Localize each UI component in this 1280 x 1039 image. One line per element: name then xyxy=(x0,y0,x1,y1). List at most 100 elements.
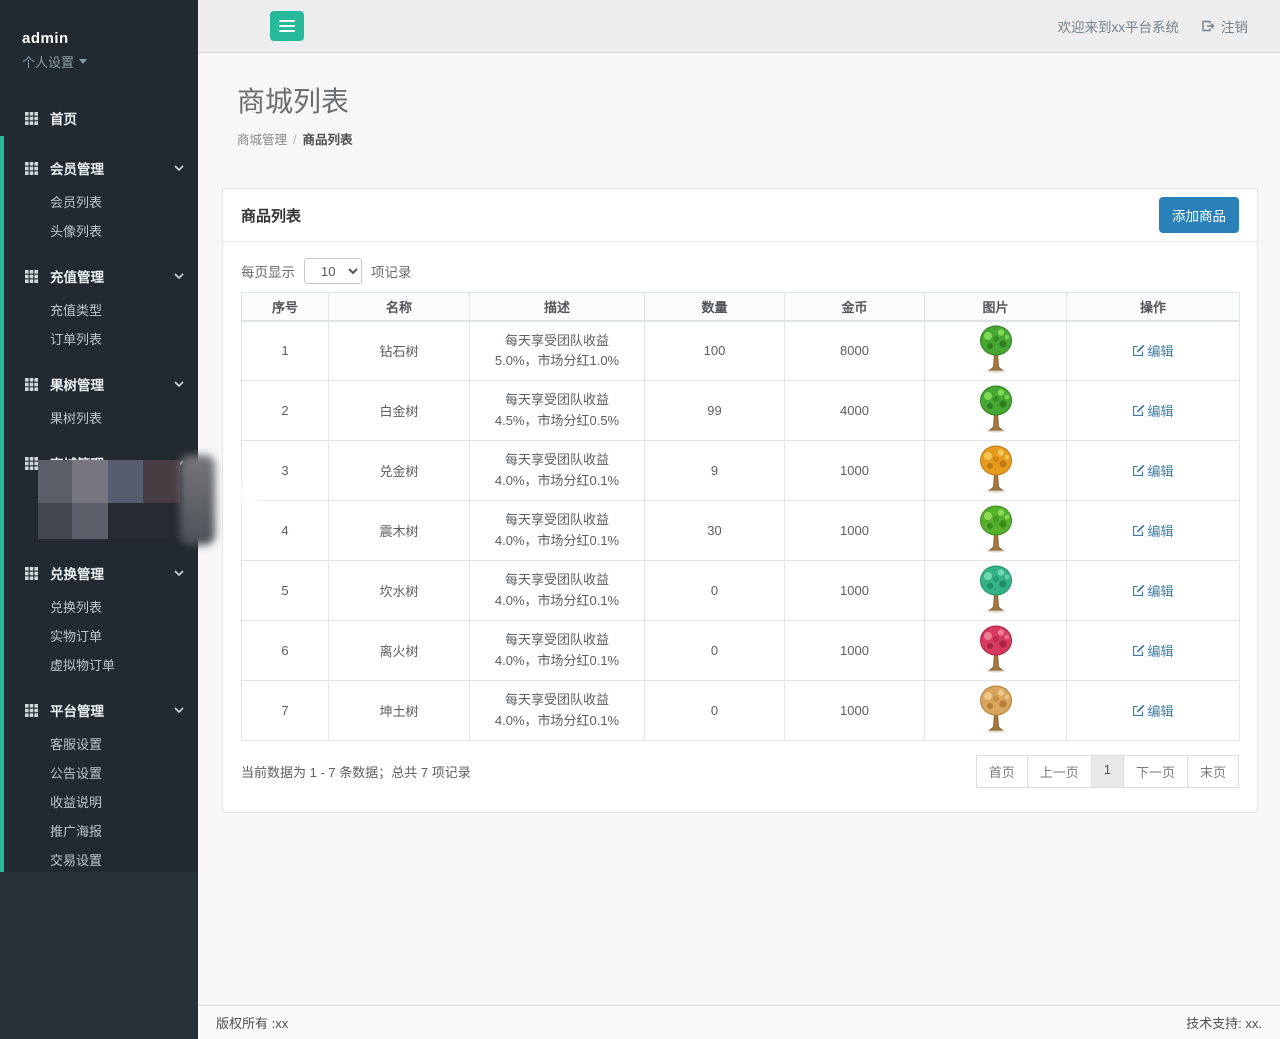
sidebar-subitem[interactable]: 公告设置 xyxy=(0,759,198,788)
sidebar-section-1: 充值管理 充值类型订单列表 xyxy=(0,256,198,354)
edit-button[interactable]: 编辑 xyxy=(1132,641,1173,660)
cell-image xyxy=(925,381,1067,441)
sidebar-section-header-2[interactable]: 果树管理 xyxy=(0,364,198,404)
table-column-header: 名称 xyxy=(329,293,470,321)
sidebar-lower-panel xyxy=(0,872,198,1039)
table-row: 2白金树每天享受团队收益4.5%，市场分红0.5%994000 编辑 xyxy=(242,381,1240,441)
card-title: 商品列表 xyxy=(241,205,301,226)
hamburger-menu-button[interactable] xyxy=(270,11,304,41)
sidebar-subitem[interactable]: 会员列表 xyxy=(0,188,198,217)
table-column-header: 序号 xyxy=(242,293,329,321)
pagination-button[interactable]: 上一页 xyxy=(1027,755,1092,788)
profile-settings-label: 个人设置 xyxy=(22,52,74,71)
breadcrumb-parent[interactable]: 商城管理 xyxy=(237,133,287,147)
cell-name: 钻石树 xyxy=(329,321,470,381)
breadcrumb: 商城管理/商品列表 xyxy=(237,129,1280,148)
cell-name: 坤土树 xyxy=(329,681,470,741)
sidebar-subitem[interactable]: 收益说明 xyxy=(0,788,198,817)
sidebar-subitem[interactable]: 交易设置 xyxy=(0,846,198,875)
edit-button[interactable]: 编辑 xyxy=(1132,581,1173,600)
caret-down-icon xyxy=(79,59,87,64)
edit-button[interactable]: 编辑 xyxy=(1132,341,1173,360)
product-table: 序号名称描述数量金币图片操作 1钻石树每天享受团队收益5.0%，市场分红1.0%… xyxy=(241,292,1240,741)
chevron-down-icon xyxy=(174,381,184,387)
pagination-page-active[interactable]: 1 xyxy=(1091,755,1124,788)
logout-label: 注销 xyxy=(1221,16,1248,36)
table-header-row: 序号名称描述数量金币图片操作 xyxy=(242,293,1240,321)
sidebar-subitem[interactable]: 推广海报 xyxy=(0,817,198,846)
sidebar-section-header-5[interactable]: 平台管理 xyxy=(0,690,198,730)
pagination: 首页上一页1下一页末页 xyxy=(976,755,1239,788)
sidebar-section-header-1[interactable]: 充值管理 xyxy=(0,256,198,296)
pagination-button[interactable]: 首页 xyxy=(976,755,1028,788)
cell-coin: 1000 xyxy=(785,501,925,561)
grid-icon xyxy=(25,112,38,125)
per-page-prefix: 每页显示 xyxy=(241,261,295,281)
chevron-down-icon xyxy=(174,165,184,171)
cell-no: 6 xyxy=(242,621,329,681)
tree-image xyxy=(976,624,1016,674)
sidebar-section-header-0[interactable]: 会员管理 xyxy=(0,148,198,188)
user-panel: admin 个人设置 xyxy=(0,0,198,72)
topbar: 欢迎来到xx平台系统 注销 xyxy=(198,0,1280,53)
table-column-header: 金币 xyxy=(785,293,925,321)
edit-button[interactable]: 编辑 xyxy=(1132,461,1173,480)
per-page-suffix: 项记录 xyxy=(371,261,412,281)
cell-coin: 1000 xyxy=(785,621,925,681)
cell-no: 4 xyxy=(242,501,329,561)
sidebar-subitem[interactable]: 果树列表 xyxy=(0,404,198,433)
cell-qty: 0 xyxy=(645,621,785,681)
cell-desc: 每天享受团队收益4.0%，市场分红0.1% xyxy=(470,621,645,681)
chevron-down-icon xyxy=(174,570,184,576)
pagination-button[interactable]: 下一页 xyxy=(1123,755,1188,788)
cell-qty: 0 xyxy=(645,561,785,621)
edit-icon xyxy=(1132,344,1145,357)
cell-image xyxy=(925,501,1067,561)
sidebar-section-0: 会员管理 会员列表头像列表 xyxy=(0,148,198,246)
edit-button[interactable]: 编辑 xyxy=(1132,701,1173,720)
grid-icon xyxy=(25,270,38,283)
edit-icon xyxy=(1132,404,1145,417)
grid-icon xyxy=(25,162,38,175)
cell-no: 5 xyxy=(242,561,329,621)
per-page-control: 每页显示 10 项记录 xyxy=(241,258,1239,284)
tree-image xyxy=(976,384,1016,434)
tree-image xyxy=(976,504,1016,554)
sidebar-section-2: 果树管理 果树列表 xyxy=(0,364,198,433)
table-column-header: 图片 xyxy=(925,293,1067,321)
cell-desc: 每天享受团队收益4.0%，市场分红0.1% xyxy=(470,561,645,621)
edit-icon xyxy=(1132,524,1145,537)
table-row: 7坤土树每天享受团队收益4.0%，市场分红0.1%01000 编辑 xyxy=(242,681,1240,741)
sidebar-subitem[interactable]: 实物订单 xyxy=(0,622,198,651)
sidebar-subitem[interactable]: 充值类型 xyxy=(0,296,198,325)
cell-qty: 9 xyxy=(645,441,785,501)
cell-qty: 100 xyxy=(645,321,785,381)
grid-icon xyxy=(25,704,38,717)
sidebar-subitem[interactable]: 头像列表 xyxy=(0,217,198,246)
edit-button[interactable]: 编辑 xyxy=(1132,521,1173,540)
sidebar-section-header-4[interactable]: 兑换管理 xyxy=(0,553,198,593)
sidebar-subitem[interactable]: 虚拟物订单 xyxy=(0,651,198,680)
pagination-button[interactable]: 末页 xyxy=(1187,755,1239,788)
add-product-button[interactable]: 添加商品 xyxy=(1159,197,1239,233)
profile-settings-link[interactable]: 个人设置 xyxy=(22,52,87,71)
logout-button[interactable]: 注销 xyxy=(1201,16,1248,36)
sidebar-accent-stripe xyxy=(0,136,4,872)
main-content: 商城列表 商城管理/商品列表 商品列表 添加商品 每页显示 10 项记录 序号名… xyxy=(198,54,1280,1005)
cell-desc: 每天享受团队收益4.0%，市场分红0.1% xyxy=(470,501,645,561)
per-page-select[interactable]: 10 xyxy=(304,258,362,284)
sidebar-subitem[interactable]: 兑换列表 xyxy=(0,593,198,622)
sidebar-subitem[interactable]: 客服设置 xyxy=(0,730,198,759)
edit-icon xyxy=(1132,584,1145,597)
cell-qty: 99 xyxy=(645,381,785,441)
pagination-summary: 当前数据为 1 - 7 条数据；总共 7 项记录 xyxy=(241,762,471,781)
cell-name: 白金树 xyxy=(329,381,470,441)
cell-image xyxy=(925,621,1067,681)
cell-desc: 每天享受团队收益4.5%，市场分红0.5% xyxy=(470,381,645,441)
cell-actions: 编辑 xyxy=(1067,441,1240,501)
sidebar-item-home[interactable]: 首页 xyxy=(0,98,198,138)
cell-actions: 编辑 xyxy=(1067,381,1240,441)
sidebar-subitem[interactable]: 订单列表 xyxy=(0,325,198,354)
edit-button[interactable]: 编辑 xyxy=(1132,401,1173,420)
product-list-card: 商品列表 添加商品 每页显示 10 项记录 序号名称描述数量金币图片操作 1钻石… xyxy=(222,188,1258,813)
